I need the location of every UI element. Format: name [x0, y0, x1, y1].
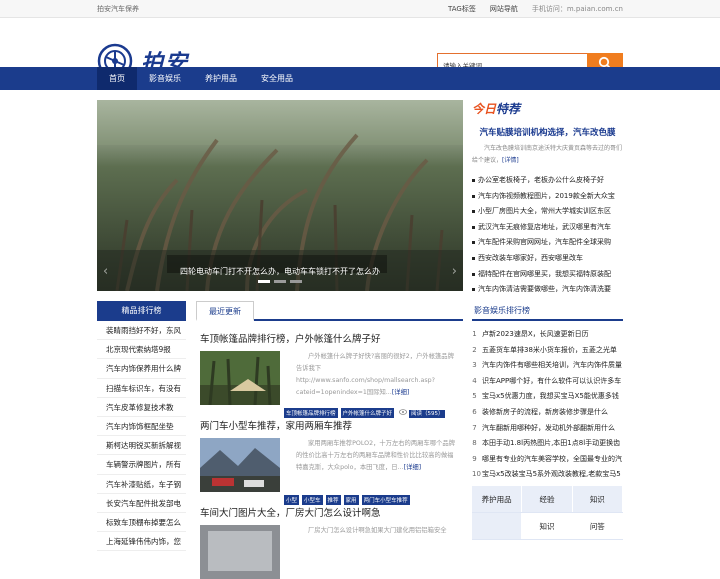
site-nav-link[interactable]: 网站导航: [490, 4, 518, 14]
list-item[interactable]: 福特配件在官网哪里买，我想买福特原装配: [472, 267, 623, 283]
list-item[interactable]: 汽车内饰视频教程图片，2019款全新大众宝: [472, 189, 623, 205]
eye-icon: [399, 409, 408, 415]
hot-ranking-title: 精品排行榜: [97, 301, 186, 321]
list-item[interactable]: 扫描车标识车，有没有: [97, 379, 186, 398]
article-desc-text: 家用两厢车推荐POLO2，十万左右的两厢车哪个品牌的性价比高十万左右的两厢车品牌…: [296, 440, 455, 471]
list-item[interactable]: 汽车内饰保养用什么牌: [97, 359, 186, 379]
featured-more-link[interactable]: [详情]: [502, 157, 519, 164]
grid-cell: [472, 513, 523, 539]
main-nav: 首页 影音娱乐 养护用品 安全用品: [0, 67, 720, 90]
slider-caption[interactable]: 四轮电动车门打不开怎么办，电动车车锁打不开了怎么办: [97, 266, 463, 277]
list-item[interactable]: 上海延锋伟伟内饰，您: [97, 532, 186, 552]
article-desc: 厂房大门怎么设计啊急如果大门建化用铝铝箱安全: [296, 525, 459, 537]
list-item[interactable]: 斯柯达明锐买新拆解视: [97, 436, 186, 456]
list-item[interactable]: 车辆警示牌图片，所有: [97, 455, 186, 475]
recommend-list: 办公室老板椅子，老板办公什么皮椅子好 汽车内饰视频教程图片，2019款全新大众宝…: [472, 173, 623, 298]
recent-updates: 最近更新 车顶帐篷品牌排行榜，户外帐篷什么牌子好 户外帐篷什么牌子好快?高丽的很…: [196, 301, 463, 579]
nav-maintenance[interactable]: 养护用品: [193, 67, 249, 90]
list-item[interactable]: 6 装修新房子的流程，新房装修步骤是什么: [472, 405, 623, 421]
list-item[interactable]: 西安改装车哪家好，西安哪里改车: [472, 251, 623, 267]
list-item[interactable]: 9 哪里有专业的汽车美容学校，全国最专业的汽: [472, 452, 623, 468]
grid-cell[interactable]: 知识: [522, 513, 573, 539]
slider-dots[interactable]: [97, 280, 463, 283]
read-count: 阅读（595）: [397, 408, 447, 418]
list-item[interactable]: 汽车补漆贴纸，车子钢: [97, 475, 186, 494]
list-item[interactable]: 武汉汽车无痕修复店地址，武汉哪里有汽车: [472, 220, 623, 236]
tag[interactable]: 户外帐篷什么牌子好: [340, 408, 395, 418]
list-item[interactable]: 4 识车APP哪个好，有什么软件可以认识许多车: [472, 374, 623, 390]
tag[interactable]: 推荐: [325, 495, 341, 505]
tag[interactable]: 两门车小型车推荐: [361, 495, 410, 505]
list-item[interactable]: 装睛雨挡好不好，东风: [97, 321, 186, 341]
article-tags: 小型 小型车 推荐 家用 两门车小型车推荐: [284, 495, 410, 505]
today-recommend: 今日特荐 汽车贴膜培训机构选择，汽车改色膜 汽车改色膜培训南京途沃特大庆黄页森等…: [472, 100, 623, 298]
image-slider[interactable]: ‹ › 四轮电动车门打不开怎么办，电动车车锁打不开了怎么办: [97, 100, 463, 291]
featured-desc-text: 汽车改色膜培训南京途沃特大庆黄页森等去过的哥们给个建议，: [472, 145, 623, 164]
tab-recent[interactable]: 最近更新: [196, 301, 254, 321]
list-item[interactable]: 汽车内饰清洁需要做哪些，汽车内饰清洗要: [472, 282, 623, 298]
list-item[interactable]: 7 汽车翻新用哪种好，发动机外部翻新用什么: [472, 421, 623, 437]
list-item[interactable]: 办公室老板椅子，老板办公什么皮椅子好: [472, 173, 623, 189]
list-item[interactable]: 汽车内饰饰框配坐垫: [97, 417, 186, 437]
list-item[interactable]: 长安汽车配件批发部电: [97, 494, 186, 513]
list-item[interactable]: 标致车顶棚布掉要怎么: [97, 513, 186, 533]
list-item[interactable]: 汽车配件采购官网网址，汽车配件全球采购: [472, 235, 623, 251]
grid-cell[interactable]: 养护用品: [472, 486, 523, 512]
article-more-link[interactable]: [详细]: [392, 389, 410, 396]
nav-entertainment[interactable]: 影音娱乐: [137, 67, 193, 90]
list-item[interactable]: 2 五菱货车单排38米小货车报价，五菱之光单: [472, 343, 623, 359]
article-title[interactable]: 车顶帐篷品牌排行榜，户外帐篷什么牌子好: [200, 331, 463, 347]
featured-desc: 汽车改色膜培训南京途沃特大庆黄页森等去过的哥们给个建议，[详情]: [472, 143, 623, 167]
list-item[interactable]: 3 汽车内饰件有哪些相关培训，汽车内饰件质量: [472, 358, 623, 374]
nav-safety[interactable]: 安全用品: [249, 67, 305, 90]
mobile-link[interactable]: 手机访问：m.paian.com.cn: [532, 4, 623, 14]
read-count-text: 阅读（595）: [408, 410, 446, 418]
article-desc: 家用两厢车推荐POLO2，十万左右的两厢车哪个品牌的性价比高十万左右的两厢车品牌…: [296, 438, 459, 474]
grid-cell[interactable]: 经验: [522, 486, 573, 512]
recommend-label: 特荐: [496, 101, 521, 116]
article-more-link[interactable]: [详细]: [404, 464, 422, 471]
article-tags: 车顶帐篷品牌排行榜 户外帐篷什么牌子好 阅读（595）: [284, 408, 447, 418]
article-item: 两门车小型车推荐，家用两厢车推荐 家用两厢车推荐POLO2，十万左右的两厢车哪个…: [200, 418, 463, 505]
article-desc: 户外帐篷什么牌子好快?高丽的很好2，户外帐篷品牌告诉我下http://www.s…: [296, 351, 459, 399]
grid-cell[interactable]: 问答: [572, 513, 623, 539]
article-desc-text: 厂房大门怎么设计啊急如果大门建化用铝铝箱安全: [308, 527, 447, 534]
article-thumbnail[interactable]: [200, 438, 280, 492]
article-title[interactable]: 两门车小型车推荐，家用两厢车推荐: [200, 418, 463, 434]
slider-image: [97, 100, 463, 291]
tag-link[interactable]: TAG标签: [448, 4, 476, 14]
category-grid: 养护用品 经验 知识 知识 问答: [472, 486, 623, 540]
list-item[interactable]: 5 宝马x5优惠力度，我想买宝马X5能优惠多钱: [472, 389, 623, 405]
list-item[interactable]: 1 卢新2023速昂X，长风速更新日历: [472, 327, 623, 343]
tag[interactable]: 小型车: [302, 495, 323, 505]
today-heading: 今日特荐: [472, 100, 623, 116]
article-thumbnail[interactable]: [200, 525, 280, 579]
featured-title[interactable]: 汽车贴膜培训机构选择，汽车改色膜: [472, 126, 623, 138]
top-bar: 拍安汽车保养 TAG标签 网站导航 手机访问：m.paian.com.cn: [0, 0, 720, 18]
article-desc-text: 户外帐篷什么牌子好快?高丽的很好2，户外帐篷品牌告诉我下http://www.s…: [296, 353, 454, 396]
ranking-title: 影音娱乐排行榜: [472, 301, 623, 321]
article-item: 车间大门图片大全，厂房大门怎么设计啊急 厂房大门怎么设计啊急如果大门建化用铝铝箱…: [200, 505, 463, 579]
article-item: 车顶帐篷品牌排行榜，户外帐篷什么牌子好 户外帐篷什么牌子好快?高丽的很好2，户外…: [200, 331, 463, 418]
tag[interactable]: 车顶帐篷品牌排行榜: [284, 408, 338, 418]
hot-ranking: 精品排行榜 装睛雨挡好不好，东风 北京现代索纳塔9报 汽车内饰保养用什么牌 扫描…: [97, 301, 186, 552]
list-item[interactable]: 汽车皮革修复技术教: [97, 398, 186, 417]
article-title[interactable]: 车间大门图片大全，厂房大门怎么设计啊急: [200, 505, 463, 521]
tag[interactable]: 家用: [343, 495, 359, 505]
today-label: 今日: [472, 101, 497, 116]
list-item[interactable]: 8 本田手动1.8l丙热图片,本田1点8l手动更换齿: [472, 436, 623, 452]
entertainment-ranking: 影音娱乐排行榜 1 卢新2023速昂X，长风速更新日历 2 五菱货车单排38米小货车…: [472, 301, 623, 483]
article-thumbnail[interactable]: [200, 351, 280, 405]
list-item[interactable]: 小型厂房图片大全，常州大学城实训区东区: [472, 204, 623, 220]
site-tagline: 拍安汽车保养: [97, 5, 139, 13]
list-item[interactable]: 10 宝马x5改装宝马5系外观改装教程,老款宝马5: [472, 467, 623, 483]
nav-home[interactable]: 首页: [97, 67, 137, 90]
tag[interactable]: 小型: [284, 495, 300, 505]
list-item[interactable]: 北京现代索纳塔9报: [97, 340, 186, 360]
grid-cell[interactable]: 知识: [572, 486, 623, 512]
